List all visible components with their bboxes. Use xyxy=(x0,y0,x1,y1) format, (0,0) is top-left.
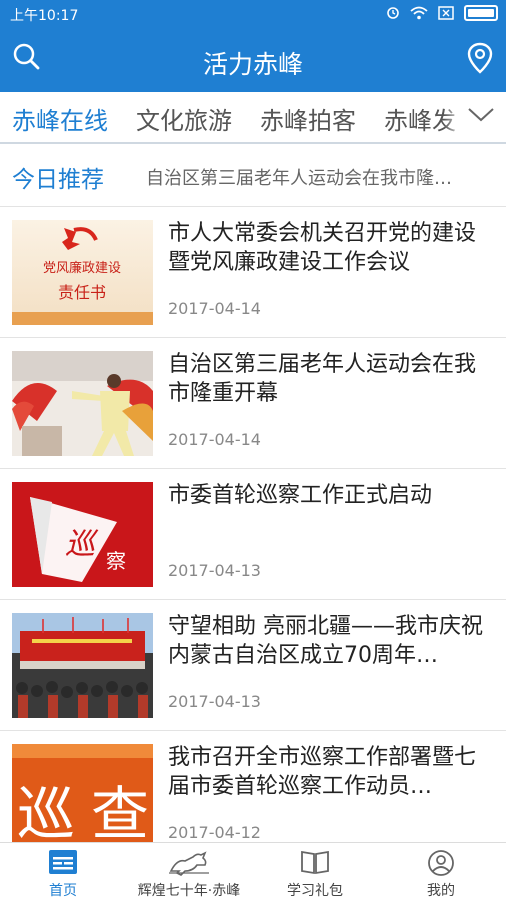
thumb-text: 责任书 xyxy=(58,283,106,302)
article-title: 市人大常委会机关召开党的建设暨党风廉政建设工作会议 xyxy=(168,221,477,275)
today-recommend-headline[interactable]: 自治区第三届老年人运动会在我市隆… xyxy=(146,164,486,190)
tabs-fade xyxy=(444,92,464,142)
article-date: 2017-04-13 xyxy=(168,692,261,711)
tab-culture-travel[interactable]: 文化旅游 xyxy=(136,101,232,136)
tab-chifeng-photographer[interactable]: 赤峰拍客 xyxy=(260,101,356,136)
nav-glorious-seventy-years[interactable]: 辉煌七十年·赤峰 xyxy=(126,843,252,901)
thumb-text: 党风廉政建设 xyxy=(43,260,121,276)
today-recommend-bar[interactable]: 今日推荐 自治区第三届老年人运动会在我市隆… xyxy=(0,144,506,207)
tab-chifeng-online[interactable]: 赤峰在线 xyxy=(12,101,108,136)
article-thumbnail: 党风廉政建设 责任书 xyxy=(12,220,153,325)
thumb-text: 查 xyxy=(91,780,149,848)
home-icon xyxy=(49,850,77,874)
bottom-nav: 首页 辉煌七十年·赤峰 学习礼包 我的 xyxy=(0,842,506,901)
article-date: 2017-04-14 xyxy=(168,299,261,318)
article-date: 2017-04-13 xyxy=(168,561,261,580)
app-bar: 活力赤峰 xyxy=(0,28,506,92)
article-title: 市委首轮巡察工作正式启动 xyxy=(168,483,433,508)
article-item[interactable]: 自治区第三届老年人运动会在我市隆重开幕 2017-04-14 xyxy=(0,338,506,469)
status-time: 上午10:17 xyxy=(10,8,79,24)
location-pin-icon[interactable] xyxy=(466,42,494,74)
thumb-text: 察 xyxy=(106,549,126,573)
article-title: 自治区第三届老年人运动会在我市隆重开幕 xyxy=(168,352,477,406)
today-recommend-label: 今日推荐 xyxy=(12,167,104,193)
profile-icon xyxy=(428,850,454,876)
nav-label: 首页 xyxy=(49,883,77,899)
article-date: 2017-04-12 xyxy=(168,823,261,842)
status-icons xyxy=(386,5,498,21)
article-date: 2017-04-14 xyxy=(168,430,261,449)
article-thumbnail: 巡 察 xyxy=(12,482,153,587)
article-title: 守望相助 亮丽北疆——我市庆祝内蒙古自治区成立70周年… xyxy=(168,614,483,668)
nav-study-package[interactable]: 学习礼包 xyxy=(252,843,378,901)
battery-icon xyxy=(464,5,498,21)
article-item[interactable]: 巡 察 市委首轮巡察工作正式启动 2017-04-13 xyxy=(0,469,506,600)
article-item[interactable]: 党风廉政建设 责任书 市人大常委会机关召开党的建设暨党风廉政建设工作会议 201… xyxy=(0,207,506,338)
app-title: 活力赤峰 xyxy=(202,50,303,79)
article-item[interactable]: 守望相助 亮丽北疆——我市庆祝内蒙古自治区成立70周年… 2017-04-13 xyxy=(0,600,506,731)
thumb-text: 巡 xyxy=(17,780,75,848)
chevron-down-icon[interactable] xyxy=(466,102,496,126)
nav-mine[interactable]: 我的 xyxy=(378,843,504,901)
nav-label: 辉煌七十年·赤峰 xyxy=(137,883,241,899)
status-bar: 上午10:17 xyxy=(0,0,506,28)
article-thumbnail: 巡 查 xyxy=(12,744,153,849)
alarm-icon xyxy=(387,7,399,19)
sim-icon xyxy=(438,6,454,20)
book-icon xyxy=(301,850,329,875)
horse-icon xyxy=(169,851,209,876)
category-tabs: 赤峰在线 文化旅游 赤峰拍客 赤峰发 xyxy=(0,92,506,144)
article-thumbnail xyxy=(12,613,153,718)
wifi-icon xyxy=(410,6,428,20)
article-title: 我市召开全市巡察工作部署暨七届市委首轮巡察工作动员… xyxy=(168,745,477,799)
nav-label: 我的 xyxy=(427,883,455,899)
nav-label: 学习礼包 xyxy=(287,883,343,899)
article-thumbnail xyxy=(12,351,153,456)
thumb-text: 巡 xyxy=(65,527,99,562)
nav-home[interactable]: 首页 xyxy=(0,843,126,901)
